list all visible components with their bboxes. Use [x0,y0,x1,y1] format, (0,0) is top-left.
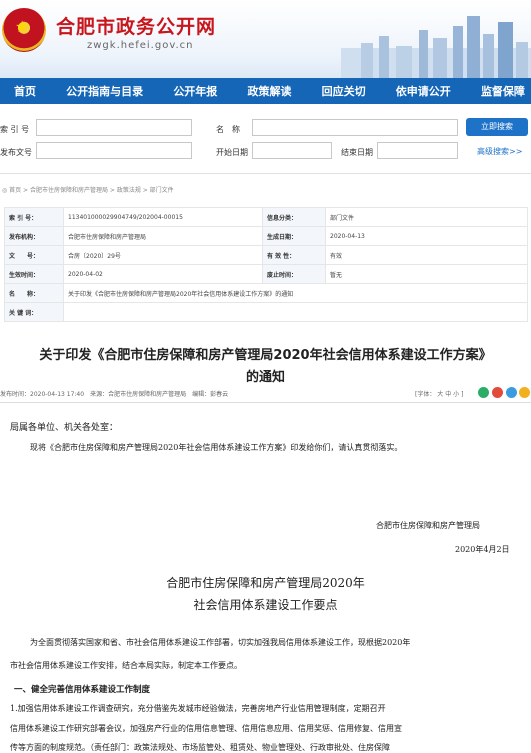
nav-supervision[interactable]: 监督保障 [481,83,525,99]
national-emblem-icon: ★ [2,8,46,52]
wechat-share-icon[interactable] [478,387,489,398]
font-medium-button[interactable]: 中 [445,391,451,398]
city-skyline-image [341,16,531,78]
meta-keywords-value [63,302,528,322]
table-row: 文 号： 合房〔2020〕29号 有 效 性： 有效 [4,245,528,265]
salutation: 局属各单位、机关各处室： [10,423,119,433]
meta-value: 2020-04-13 [325,226,528,246]
nav-policy-interpretation[interactable]: 政策解读 [247,83,291,99]
meta-name-value: 关于印发《合肥市住房保障和房产管理局2020年社会信用体系建设工作方案》的通知 [63,283,528,303]
meta-key: 信息分类： [262,207,326,227]
meta-value: 有效 [325,245,528,265]
nav-guide-catalog[interactable]: 公开指南与目录 [66,83,143,99]
body-paragraph: 为全面贯彻落实国家和省、市社会信用体系建设工作部署，切实加强我局信用体系建设工作… [30,638,411,647]
body-paragraph: 现将《合肥市住房保障和房产管理局2020年社会信用体系建设工作方案》印发给你们，… [30,443,403,452]
meta-key: 名 称： [4,283,64,303]
name-input[interactable] [252,119,458,136]
meta-value: 部门文件 [325,207,528,227]
meta-key: 有 效 性： [262,245,326,265]
nav-annual-report[interactable]: 公开年报 [173,83,217,99]
start-date-input[interactable] [252,142,332,159]
index-input[interactable] [36,119,192,136]
article-title: 关于印发《合肥市住房保障和房产管理局2020年社会信用体系建设工作方案》 的通知 [0,345,531,389]
attachment-title-line1: 合肥市住房保障和房产管理局2020年 [166,576,365,590]
font-size-label: [字体： [415,391,436,398]
meta-value: 合房〔2020〕29号 [63,245,263,265]
meta-value: 暂无 [325,264,528,284]
meta-key: 关 键 词： [4,302,64,322]
font-size-close: ] [461,391,464,398]
advanced-search-link[interactable]: 高级搜索>> [477,146,522,157]
attachment-title-line2: 社会信用体系建设工作要点 [193,598,338,612]
doc-no-input[interactable] [36,142,192,159]
qzone-share-icon[interactable] [519,387,530,398]
search-button[interactable]: 立即搜索 [466,118,528,136]
meta-value: 11340100002990474​9/202004-00015 [63,207,263,227]
table-row: 发布机构： 合肥市住房保障和房产管理局 生成日期： 2020-04-13 [4,226,528,246]
signature-date: 2020年4月2日 [455,545,510,554]
meta-key: 索 引 号： [4,207,64,227]
divider [0,402,531,403]
end-date-input[interactable] [377,142,458,159]
qq-share-icon[interactable] [506,387,517,398]
nav-home[interactable]: 首页 [14,83,36,99]
table-row: 索 引 号： 11340100002990474​9/202004-00015 … [4,207,528,227]
table-row: 生效时间： 2020-04-02 废止时间： 暂无 [4,264,528,284]
meta-key: 生效时间： [4,264,64,284]
weibo-share-icon[interactable] [492,387,503,398]
article-info-bar: 发布时间：2020-04-13 17:40 来源：合肥市住房保障和房产管理局 编… [0,386,531,400]
end-date-label: 结束日期 [341,148,373,157]
signature-org: 合肥市住房保障和房产管理局 [376,521,480,530]
main-nav: 首页 公开指南与目录 公开年报 政策解读 回应关切 依申请公开 监督保障 [0,78,531,104]
meta-key: 废止时间： [262,264,326,284]
start-date-label: 开始日期 [216,148,248,157]
metadata-table: 索 引 号： 11340100002990474​9/202004-00015 … [4,207,528,322]
table-row: 关 键 词： [4,302,528,322]
name-label: 名 称 [216,125,240,134]
index-label: 索 引 号 [0,125,30,134]
font-size-controls: [字体： 大 中 小 ] [415,389,463,398]
meta-value: 合肥市住房保障和房产管理局 [63,226,263,246]
body-paragraph: 1.加强信用体系建设工作调查研究，充分借鉴先发城市经验做法，完善房地产行业信用管… [10,704,386,713]
meta-key: 发布机构： [4,226,64,246]
section-heading: 一、健全完善信用体系建设工作制度 [14,685,151,695]
doc-no-label: 发布文号 [0,148,32,157]
meta-key: 文 号： [4,245,64,265]
article-title-line1: 关于印发《合肥市住房保障和房产管理局2020年社会信用体系建设工作方案》 [39,348,492,363]
nav-responses[interactable]: 回应关切 [322,83,366,99]
publish-info: 发布时间：2020-04-13 17:40 来源：合肥市住房保障和房产管理局 编… [0,391,229,398]
body-paragraph: 市社会信用体系建设工作安排，结合本局实际，制定本工作要点。 [10,661,242,670]
meta-key: 生成日期： [262,226,326,246]
site-header: ★ 合肥市政务公开网 zwgk.hefei.gov.cn [0,0,531,78]
body-paragraph: 传等方面的制度规范。（责任部门：政策法规处、市场监管处、租赁处、物业管理处、行政… [10,743,390,752]
meta-value: 2020-04-02 [63,264,263,284]
site-title[interactable]: 合肥市政务公开网 [56,12,216,39]
font-large-button[interactable]: 大 [437,391,443,398]
breadcrumb[interactable]: ◎ 首页 > 合肥市住房保障和房产管理局 > 政策法规 > 部门文件 [2,185,174,194]
nav-application[interactable]: 依申请公开 [396,83,451,99]
table-row: 名 称： 关于印发《合肥市住房保障和房产管理局2020年社会信用体系建设工作方案… [4,283,528,303]
body-paragraph: 信用体系建设工作研究部署会议，加强房产行业的信用信息管理、信用信息应用、信用奖惩… [10,724,402,733]
site-url: zwgk.hefei.gov.cn [87,40,194,51]
divider [0,173,531,174]
font-small-button[interactable]: 小 [453,391,459,398]
